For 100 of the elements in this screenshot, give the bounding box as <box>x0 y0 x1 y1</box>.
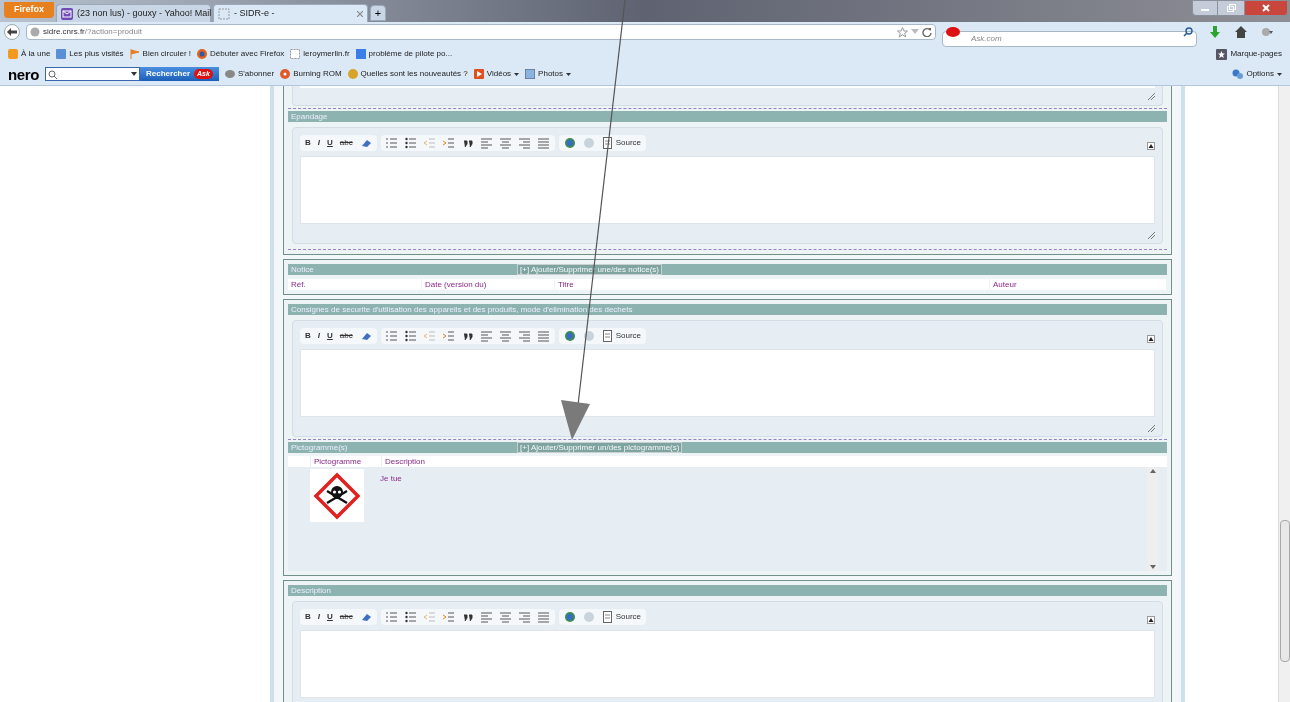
text-area[interactable] <box>300 630 1155 698</box>
text-area[interactable] <box>300 156 1155 224</box>
text-area[interactable] <box>300 349 1155 417</box>
star-icon <box>1216 48 1228 60</box>
address-bar[interactable]: sidre.cnrs.fr/?action=produit <box>26 24 936 40</box>
align-right-icon <box>518 611 531 623</box>
format-button[interactable]: I <box>317 611 320 623</box>
align-right-icon <box>518 330 531 342</box>
section-header: Description <box>288 585 1167 596</box>
blockquote-icon <box>461 611 474 623</box>
star-icon <box>897 26 908 38</box>
list-scrollbar[interactable] <box>1147 467 1159 571</box>
bookmark-link[interactable]: Bien circuler ! <box>129 48 192 60</box>
numbered-list-icon <box>385 611 398 623</box>
toolbar-search-field[interactable] <box>45 67 140 81</box>
collapse-icon <box>1147 616 1155 624</box>
indent-icon <box>442 330 455 342</box>
bulleted-list-icon <box>404 611 417 623</box>
bookmarks-menu-button[interactable]: Marque-pages <box>1216 48 1282 60</box>
numbered-list-icon <box>385 137 398 149</box>
picture-icon <box>525 69 536 79</box>
format-button[interactable]: I <box>317 330 320 342</box>
back-button[interactable] <box>4 24 20 40</box>
bulleted-list-icon <box>404 137 417 149</box>
format-button[interactable]: abc <box>339 611 353 623</box>
format-button[interactable]: B <box>305 611 311 623</box>
toolbar-link[interactable]: Burning ROM <box>280 68 342 80</box>
format-button[interactable]: U <box>327 611 333 623</box>
align-left-icon <box>480 330 493 342</box>
format-button[interactable]: I <box>317 137 320 149</box>
tab-title: (23 non lus) - gouxy - Yahoo! Mail <box>77 6 212 20</box>
column-header: Description <box>384 456 426 467</box>
eraser-icon <box>359 137 372 149</box>
align-left-icon <box>480 137 493 149</box>
format-button[interactable]: U <box>327 330 333 342</box>
disc-icon <box>280 69 291 79</box>
indent-icon <box>442 137 455 149</box>
close-window-button[interactable] <box>1244 0 1288 16</box>
align-left-icon <box>480 611 493 623</box>
nero-logo: nero <box>8 66 39 82</box>
column-header: Date (version du) <box>422 279 554 290</box>
align-center-icon <box>499 611 512 623</box>
numbered-list-icon <box>385 330 398 342</box>
collapse-icon <box>1147 335 1155 343</box>
bulleted-list-icon <box>404 330 417 342</box>
eraser-icon <box>359 611 372 623</box>
url-text: sidre.cnrs.fr/?action=produit <box>43 26 143 38</box>
format-button[interactable]: U <box>327 137 333 149</box>
bookmark-link[interactable]: À la une <box>8 48 51 60</box>
page-scrollbar[interactable] <box>1278 86 1290 702</box>
new-tab-button[interactable]: + <box>370 5 386 21</box>
bookmark-link[interactable]: problème de pilote po... <box>355 48 453 60</box>
bookmark-link[interactable]: Les plus visités <box>56 48 124 60</box>
options-button[interactable]: Options <box>1232 68 1282 80</box>
page-icon <box>290 49 301 59</box>
outdent-icon <box>423 330 436 342</box>
section-header: Epandage <box>288 111 1167 122</box>
justify-icon <box>537 330 550 342</box>
minimize-button[interactable] <box>1192 0 1218 16</box>
format-button[interactable]: abc <box>339 137 353 149</box>
justify-icon <box>537 611 550 623</box>
resize-handle-icon <box>1148 93 1155 100</box>
toolbar-link[interactable]: Quelles sont les nouveautés ? <box>347 68 468 80</box>
align-center-icon <box>499 330 512 342</box>
eraser-icon <box>359 330 372 342</box>
format-button[interactable]: abc <box>339 330 353 342</box>
restore-button[interactable] <box>1218 0 1244 16</box>
browser-tab[interactable]: - SIDR-e - <box>213 4 368 22</box>
mail-icon <box>61 7 73 20</box>
dropdown-icon <box>1277 72 1282 76</box>
format-button[interactable]: B <box>305 330 311 342</box>
dropdown-icon <box>566 72 571 76</box>
align-center-icon <box>499 137 512 149</box>
close-icon <box>357 10 363 17</box>
home-icon <box>1235 26 1247 38</box>
restore-icon <box>1226 4 1236 12</box>
bookmark-link[interactable]: leroymerlin.fr <box>290 48 350 60</box>
search-icon <box>48 69 57 79</box>
outdent-icon <box>423 611 436 623</box>
section-header: Consignes de securite d'utilisation des appareils et des produits, mode d'elimination des dechets <box>288 304 1167 315</box>
search-icon <box>1183 27 1193 37</box>
outdent-icon <box>423 137 436 149</box>
scrollbar-thumb[interactable] <box>1280 520 1290 662</box>
resize-handle-icon <box>1148 425 1155 432</box>
scroll-up-icon <box>1150 469 1156 473</box>
toolbar-link[interactable]: Photos <box>525 68 571 80</box>
download-icon <box>1209 26 1221 38</box>
format-button[interactable]: B <box>305 137 311 149</box>
resize-handle-icon <box>1148 232 1155 239</box>
tab-title: - SIDR-e - <box>234 6 276 20</box>
bookmark-link[interactable]: Débuter avec Firefox <box>197 48 285 60</box>
search-field[interactable]: Ask.com <box>942 30 1197 47</box>
toolbar-link[interactable]: Vidéos <box>473 68 520 80</box>
page-icon <box>218 7 230 20</box>
dropdown-icon <box>131 72 137 76</box>
browser-tab[interactable]: (23 non lus) - gouxy - Yahoo! Mail <box>56 4 211 22</box>
back-arrow-icon <box>7 28 17 36</box>
reload-icon <box>922 27 932 37</box>
toolbar-link[interactable]: S'abonner <box>224 68 275 80</box>
align-right-icon <box>518 137 531 149</box>
